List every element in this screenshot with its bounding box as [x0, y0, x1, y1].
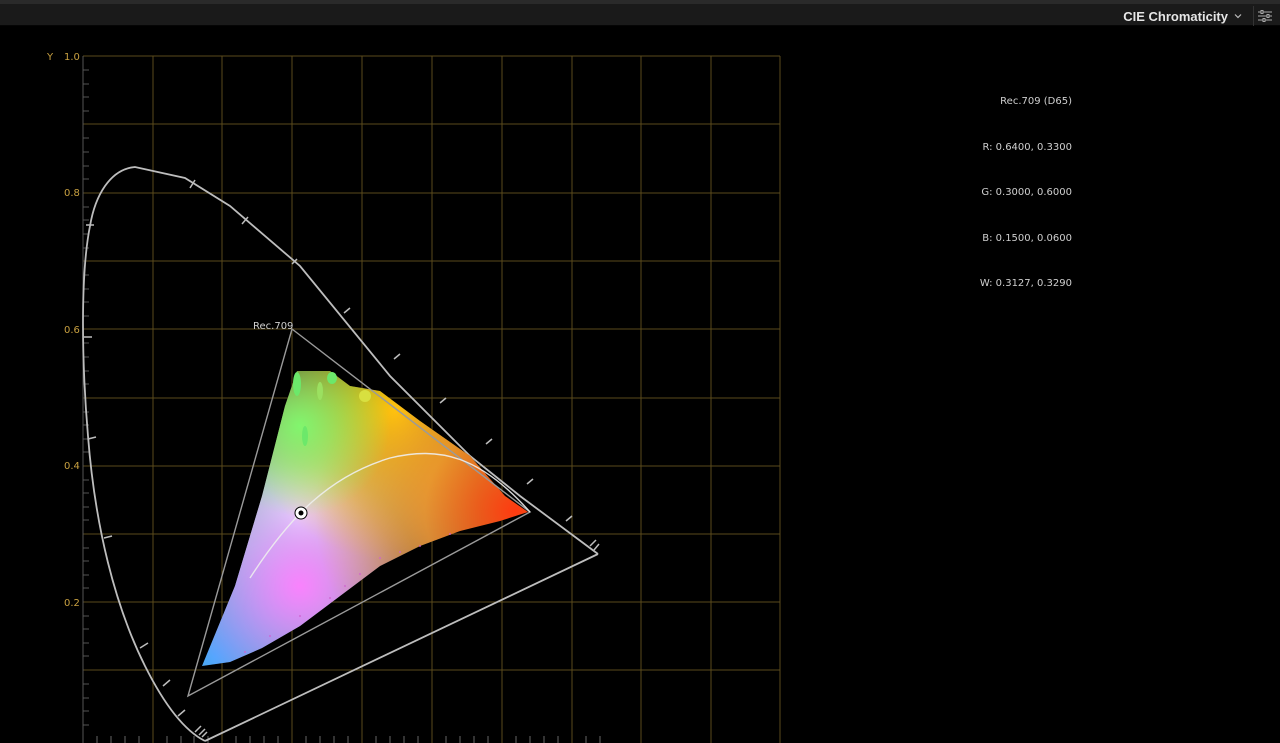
x-axis [96, 736, 601, 743]
scope-type-label: CIE Chromaticity [1123, 8, 1228, 24]
gamut-readout: Rec.709 (D65) R: 0.6400, 0.3300 G: 0.300… [980, 96, 1072, 324]
readout-title: Rec.709 (D65) [1000, 96, 1072, 107]
y-tick-0-6: 0.6 [64, 325, 80, 336]
chevron-down-icon [1234, 14, 1242, 19]
cie-chromaticity-scope: CIE Chromaticity Y 1.0 0.8 0.6 0.4 0.2 R… [0, 0, 1280, 743]
scope-type-dropdown[interactable]: CIE Chromaticity [1123, 6, 1242, 26]
readout-white-point: W: 0.3127, 0.3290 [979, 278, 1072, 289]
y-tick-0-4: 0.4 [64, 461, 80, 472]
white-point-marker [294, 506, 308, 520]
y-tick-0-8: 0.8 [64, 188, 80, 199]
y-axis-label: Y [46, 52, 54, 63]
scope-options-button[interactable] [1253, 6, 1276, 26]
pixel-distribution [202, 371, 528, 666]
scope-toolbar: CIE Chromaticity [0, 0, 1280, 26]
sliders-icon [1258, 10, 1272, 22]
readout-red-primary: R: 0.6400, 0.3300 [982, 141, 1072, 153]
chromaticity-grid [83, 55, 781, 743]
readout-blue-primary: B: 0.1500, 0.0600 [982, 232, 1072, 244]
y-tick-1-0: 1.0 [64, 52, 80, 63]
rec709-gamut-label: Rec.709 [253, 321, 293, 332]
readout-green-primary: G: 0.3000, 0.6000 [981, 187, 1072, 198]
chromaticity-plot: Y 1.0 0.8 0.6 0.4 0.2 Rec.709 [46, 52, 781, 743]
y-tick-0-2: 0.2 [64, 598, 80, 609]
